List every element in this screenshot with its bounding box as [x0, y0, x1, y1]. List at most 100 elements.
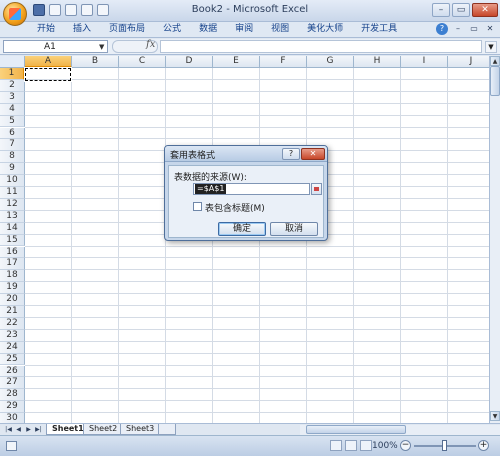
row-header[interactable]: 25 — [0, 353, 25, 366]
sheet-tab-2[interactable]: Sheet2 — [83, 424, 124, 435]
insert-function-icon[interactable]: fx — [146, 39, 155, 50]
office-button[interactable] — [3, 2, 27, 26]
row-header[interactable]: 29 — [0, 401, 25, 414]
print-icon[interactable] — [81, 4, 93, 16]
save-icon[interactable] — [33, 4, 45, 16]
zoom-slider-thumb[interactable] — [442, 440, 447, 451]
column-header[interactable]: C — [119, 56, 166, 68]
expand-formula-bar-icon[interactable]: ▼ — [485, 41, 497, 53]
row-header[interactable]: 13 — [0, 210, 25, 223]
has-headers-checkbox[interactable] — [193, 202, 202, 211]
ribbon-tab[interactable]: 开始 — [28, 22, 64, 38]
ribbon-tab[interactable]: 数据 — [190, 22, 226, 38]
cancel-button[interactable]: 取消 — [270, 222, 318, 236]
dialog-title-bar[interactable]: 套用表格式 ? ✕ — [165, 146, 327, 162]
column-header[interactable]: J — [448, 56, 489, 68]
column-header[interactable]: F — [260, 56, 307, 68]
workbook-minimize-button[interactable]: – — [452, 23, 464, 35]
row-header[interactable]: 28 — [0, 389, 25, 402]
row-header[interactable]: 27 — [0, 377, 25, 390]
column-header[interactable]: G — [307, 56, 354, 68]
row-header[interactable]: 6 — [0, 127, 25, 140]
page-layout-view-icon[interactable] — [345, 440, 357, 451]
column-header[interactable]: B — [72, 56, 119, 68]
range-input[interactable]: =$A$1 — [193, 183, 310, 195]
row-header[interactable]: 21 — [0, 306, 25, 318]
select-all-corner[interactable] — [0, 56, 25, 68]
vertical-scrollbar[interactable]: ▲ ▼ — [489, 56, 500, 423]
row-header[interactable]: 17 — [0, 258, 25, 271]
column-header[interactable]: E — [213, 56, 260, 68]
row-header[interactable]: 11 — [0, 187, 25, 199]
row-header[interactable]: 20 — [0, 294, 25, 306]
next-sheet-icon[interactable]: ▶ — [24, 425, 33, 434]
row-header[interactable]: 16 — [0, 246, 25, 259]
column-header[interactable]: D — [166, 56, 213, 68]
redo-icon[interactable] — [65, 4, 77, 16]
formula-input[interactable] — [160, 40, 482, 53]
dialog-close-button[interactable]: ✕ — [301, 148, 325, 160]
row-header[interactable]: 24 — [0, 341, 25, 354]
close-button[interactable]: ✕ — [472, 3, 498, 17]
row-header[interactable]: 5 — [0, 115, 25, 128]
ribbon-tab[interactable]: 页面布局 — [100, 22, 154, 38]
row-header[interactable]: 8 — [0, 151, 25, 164]
ribbon-tab[interactable]: 美化大师 — [298, 22, 352, 38]
help-icon[interactable]: ? — [436, 23, 448, 35]
first-sheet-icon[interactable]: |◀ — [4, 425, 13, 434]
ribbon-tab[interactable]: 公式 — [154, 22, 190, 38]
horizontal-scrollbar[interactable] — [300, 425, 500, 435]
row-header[interactable]: 10 — [0, 175, 25, 187]
has-headers-label[interactable]: 表包含标题(M) — [205, 201, 265, 214]
chevron-down-icon[interactable]: ▼ — [99, 41, 104, 53]
page-break-view-icon[interactable] — [360, 440, 372, 451]
macro-record-icon[interactable] — [6, 441, 17, 451]
last-sheet-icon[interactable]: ▶| — [34, 425, 43, 434]
row-header[interactable]: 15 — [0, 234, 25, 247]
row-header[interactable]: 19 — [0, 282, 25, 295]
grid-line — [25, 340, 489, 342]
row-header[interactable]: 12 — [0, 198, 25, 211]
restore-button[interactable]: ▭ — [452, 3, 470, 17]
sheet-tab-3[interactable]: Sheet3 — [120, 424, 161, 435]
ribbon-tab[interactable]: 视图 — [262, 22, 298, 38]
ribbon-tab[interactable]: 开发工具 — [352, 22, 406, 38]
undo-icon[interactable] — [49, 4, 61, 16]
row-header[interactable]: 22 — [0, 317, 25, 330]
row-header[interactable]: 23 — [0, 329, 25, 342]
column-header[interactable]: I — [401, 56, 448, 68]
vertical-scroll-thumb[interactable] — [490, 66, 500, 96]
ribbon-tab[interactable]: 审阅 — [226, 22, 262, 38]
ok-button[interactable]: 确定 — [218, 222, 266, 236]
active-cell[interactable] — [24, 67, 72, 82]
collapse-dialog-icon[interactable] — [311, 183, 322, 195]
scroll-up-icon[interactable]: ▲ — [490, 56, 500, 66]
row-header[interactable]: 3 — [0, 91, 25, 104]
column-header[interactable]: H — [354, 56, 401, 68]
insert-sheet-icon[interactable] — [158, 424, 176, 435]
normal-view-icon[interactable] — [330, 440, 342, 451]
scroll-down-icon[interactable]: ▼ — [490, 411, 500, 421]
row-header[interactable]: 18 — [0, 270, 25, 283]
column-header[interactable]: A — [25, 56, 72, 68]
prev-sheet-icon[interactable]: ◀ — [14, 425, 23, 434]
row-header[interactable]: 7 — [0, 139, 25, 152]
row-header[interactable]: 4 — [0, 103, 25, 116]
zoom-out-icon[interactable]: − — [400, 440, 411, 451]
horizontal-scroll-thumb[interactable] — [306, 425, 406, 434]
workbook-close-button[interactable]: ✕ — [484, 23, 496, 35]
minimize-button[interactable]: – — [432, 3, 450, 17]
row-header[interactable]: 30 — [0, 413, 25, 423]
ribbon-tab[interactable]: 插入 — [64, 22, 100, 38]
workbook-restore-button[interactable]: ▭ — [468, 23, 480, 35]
row-header[interactable]: 9 — [0, 163, 25, 176]
row-header[interactable]: 1 — [0, 68, 25, 80]
dialog-help-button[interactable]: ? — [282, 148, 300, 160]
zoom-in-icon[interactable]: + — [478, 440, 489, 451]
row-header[interactable]: 2 — [0, 79, 25, 92]
name-box[interactable]: A1 ▼ — [3, 40, 108, 53]
qat-customize-icon[interactable] — [97, 4, 109, 16]
row-header[interactable]: 14 — [0, 222, 25, 235]
row-header[interactable]: 26 — [0, 365, 25, 378]
zoom-level[interactable]: 100% — [372, 440, 398, 452]
